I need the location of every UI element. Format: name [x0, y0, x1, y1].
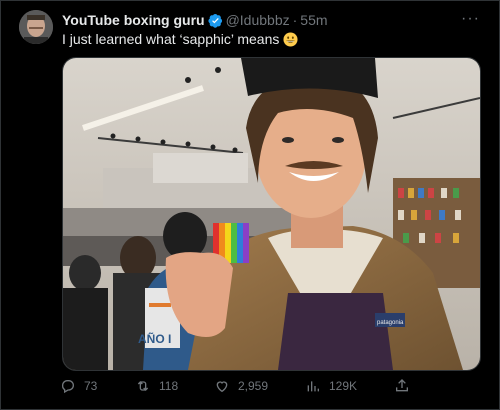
- more-options-icon[interactable]: ···: [461, 10, 480, 28]
- separator-dot: ·: [292, 12, 298, 28]
- reply-button[interactable]: 73: [60, 378, 97, 394]
- reply-icon: [61, 380, 74, 394]
- jacket-patch: patagonia: [377, 320, 404, 326]
- reply-count: 73: [84, 379, 98, 393]
- hoodie-print: AÑO I: [138, 331, 171, 346]
- timestamp[interactable]: 55m: [300, 12, 327, 28]
- repost-count: 118: [159, 379, 179, 393]
- verified-badge-icon: [208, 13, 222, 28]
- tweet-text: I just learned what ‘sapphic’ means: [62, 31, 298, 47]
- avatar[interactable]: [19, 10, 53, 44]
- tweet-photo[interactable]: AÑO I patagonia: [62, 57, 481, 371]
- views-count: 129K: [329, 379, 358, 393]
- like-button[interactable]: 2,959: [214, 378, 268, 394]
- tweet-header: YouTube boxing guru @Idubbbz · 55m: [62, 11, 470, 29]
- tweet-actions: 73 118 2,959 129K: [60, 378, 420, 398]
- repost-icon: [137, 381, 149, 391]
- repost-button[interactable]: 118: [135, 378, 178, 394]
- grinning-face-emoji-icon: [283, 31, 298, 47]
- share-button[interactable]: [394, 378, 410, 399]
- avatar-image: [19, 10, 53, 44]
- tweet-body: I just learned what ‘sapphic’ means: [62, 31, 280, 47]
- views-button[interactable]: 129K: [305, 378, 357, 394]
- share-icon: [396, 379, 408, 392]
- display-name[interactable]: YouTube boxing guru: [62, 12, 205, 28]
- photo-scene: AÑO I patagonia: [63, 58, 480, 370]
- user-handle[interactable]: @Idubbbz: [226, 12, 290, 28]
- like-count: 2,959: [238, 379, 269, 393]
- heart-icon: [216, 381, 228, 393]
- views-chart-icon: [307, 381, 319, 392]
